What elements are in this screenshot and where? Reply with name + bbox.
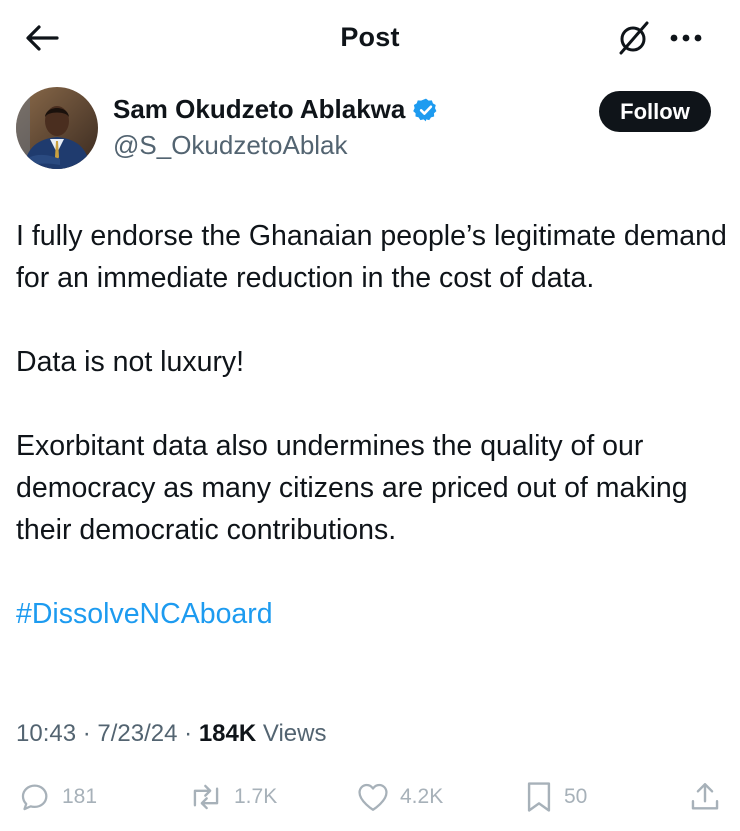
tweet-paragraph: I fully endorse the Ghanaian people’s le… (16, 220, 727, 294)
more-horizontal-icon (670, 34, 702, 42)
meta-separator: · (82, 720, 98, 747)
tweet-paragraph: Exorbitant data also undermines the qual… (16, 430, 688, 546)
post-header: Post (0, 0, 740, 78)
author-display-name[interactable]: Sam Okudzeto Ablakwa (113, 94, 439, 125)
tweet-time[interactable]: 10:43 (16, 720, 76, 747)
avatar-photo (16, 87, 98, 169)
author-name-text: Sam Okudzeto Ablakwa (113, 94, 406, 124)
hashtag-link[interactable]: #DissolveNCAboard (16, 598, 273, 630)
grok-icon (619, 21, 649, 55)
tweet-paragraph: Data is not luxury! (16, 346, 245, 378)
author-handle[interactable]: @S_OkudzetoAblak (113, 130, 348, 161)
like-button[interactable]: 4.2K (356, 776, 443, 818)
reply-button[interactable]: 181 (18, 776, 97, 818)
share-icon (691, 783, 719, 810)
bookmark-icon (527, 782, 551, 812)
heart-icon (358, 783, 388, 811)
tweet-text: I fully endorse the Ghanaian people’s le… (16, 215, 728, 635)
tweet-meta: 10:43 · 7/23/24 · 184K Views (16, 720, 326, 748)
avatar[interactable] (16, 87, 98, 169)
follow-button[interactable]: Follow (599, 91, 711, 132)
share-button[interactable] (688, 776, 722, 818)
more-options-button[interactable] (664, 18, 708, 58)
views-label: Views (262, 720, 327, 747)
views-count: 184K (198, 720, 257, 747)
reply-count: 181 (62, 785, 98, 808)
bookmark-count: 50 (564, 785, 588, 808)
tweet-date[interactable]: 7/23/24 (97, 720, 177, 747)
grok-button[interactable] (614, 18, 654, 58)
repost-count: 1.7K (234, 785, 278, 808)
repost-button[interactable]: 1.7K (188, 776, 277, 818)
action-bar: 181 1.7K 4.2K 50 (0, 770, 740, 826)
verified-badge-icon (413, 98, 437, 121)
bookmark-button[interactable]: 50 (524, 776, 587, 818)
reply-icon (21, 784, 48, 811)
meta-separator: · (184, 720, 199, 747)
repost-icon (193, 784, 219, 810)
like-count: 4.2K (400, 785, 444, 808)
